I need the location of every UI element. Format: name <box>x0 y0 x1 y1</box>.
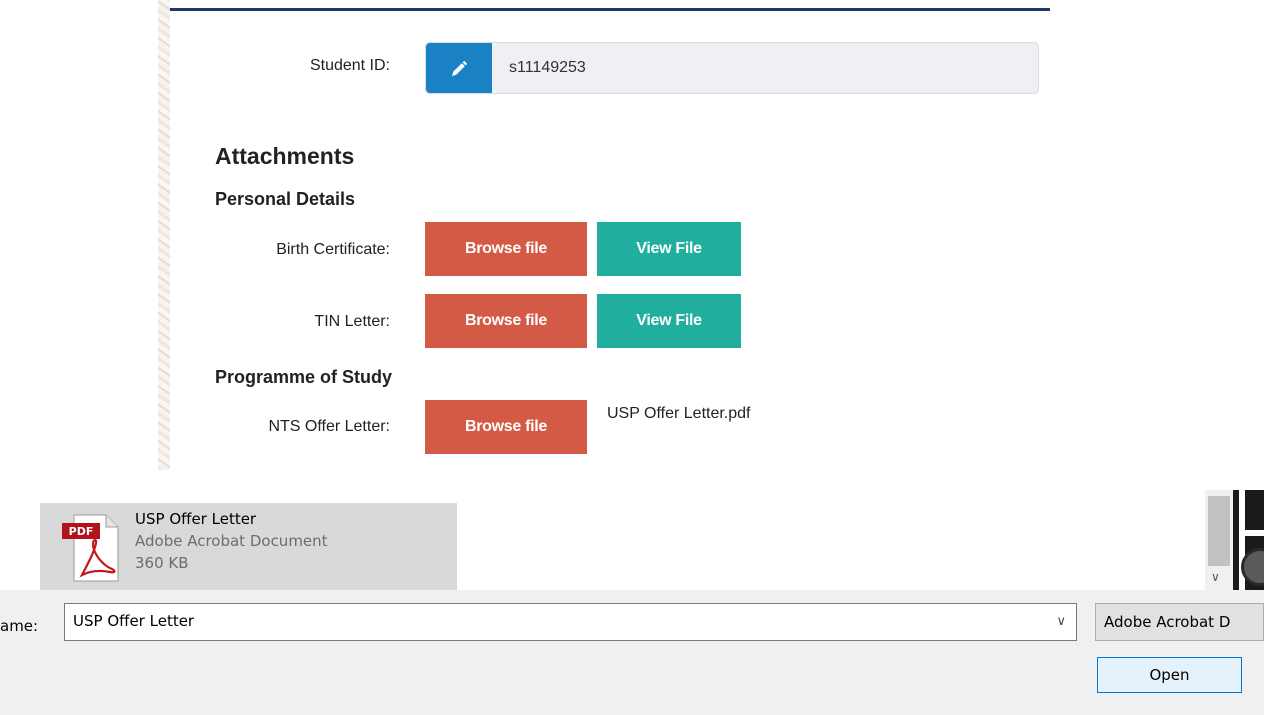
tin-letter-label: TIN Letter: <box>314 313 390 330</box>
birth-certificate-view-button[interactable]: View File <box>597 222 741 276</box>
file-item-type: Adobe Acrobat Document <box>135 532 328 550</box>
pdf-file-icon: PDF <box>62 514 119 582</box>
birth-certificate-label: Birth Certificate: <box>276 241 390 258</box>
file-item[interactable]: PDF USP Offer Letter Adobe Acrobat Docum… <box>40 503 457 590</box>
scroll-down-arrow-icon[interactable]: ∨ <box>1211 570 1220 584</box>
decorative-border <box>158 0 170 470</box>
application-form: Student ID: s11149253 Attachments Person… <box>0 0 1264 490</box>
scrollbar-thumb[interactable] <box>1208 496 1230 566</box>
file-name-input[interactable] <box>73 612 1013 630</box>
pencil-icon <box>452 61 467 76</box>
preview-pane-edge <box>1233 490 1264 590</box>
file-name-combobox[interactable]: ∨ <box>64 603 1077 641</box>
nts-offer-letter-label: NTS Offer Letter: <box>268 418 390 435</box>
selected-file-name: USP Offer Letter.pdf <box>607 405 751 422</box>
file-list: PDF USP Offer Letter Adobe Acrobat Docum… <box>0 490 1205 590</box>
nts-offer-letter-browse-button[interactable]: Browse file <box>425 400 587 454</box>
open-button[interactable]: Open <box>1097 657 1242 693</box>
form-top-rule <box>170 8 1050 11</box>
file-type-value: Adobe Acrobat D <box>1104 613 1231 631</box>
file-type-select[interactable]: Adobe Acrobat D <box>1095 603 1264 641</box>
birth-certificate-browse-button[interactable]: Browse file <box>425 222 587 276</box>
file-open-dialog: PDF USP Offer Letter Adobe Acrobat Docum… <box>0 490 1264 715</box>
tin-letter-view-button[interactable]: View File <box>597 294 741 348</box>
programme-of-study-heading: Programme of Study <box>215 367 393 387</box>
tin-letter-browse-button[interactable]: Browse file <box>425 294 587 348</box>
student-id-value: s11149253 <box>509 59 586 76</box>
student-id-label: Student ID: <box>309 57 390 74</box>
edit-student-id-button[interactable] <box>426 43 492 93</box>
attachments-heading: Attachments <box>215 143 355 169</box>
file-name-label: ame: <box>0 617 39 635</box>
file-list-scrollbar[interactable]: ∨ <box>1205 490 1233 590</box>
file-item-size: 360 KB <box>135 554 189 572</box>
personal-details-heading: Personal Details <box>215 189 356 209</box>
student-id-field[interactable]: s11149253 <box>425 42 1039 94</box>
chevron-down-icon[interactable]: ∨ <box>1056 613 1066 629</box>
file-item-name: USP Offer Letter <box>135 510 257 528</box>
pdf-badge-text: PDF <box>69 525 94 538</box>
